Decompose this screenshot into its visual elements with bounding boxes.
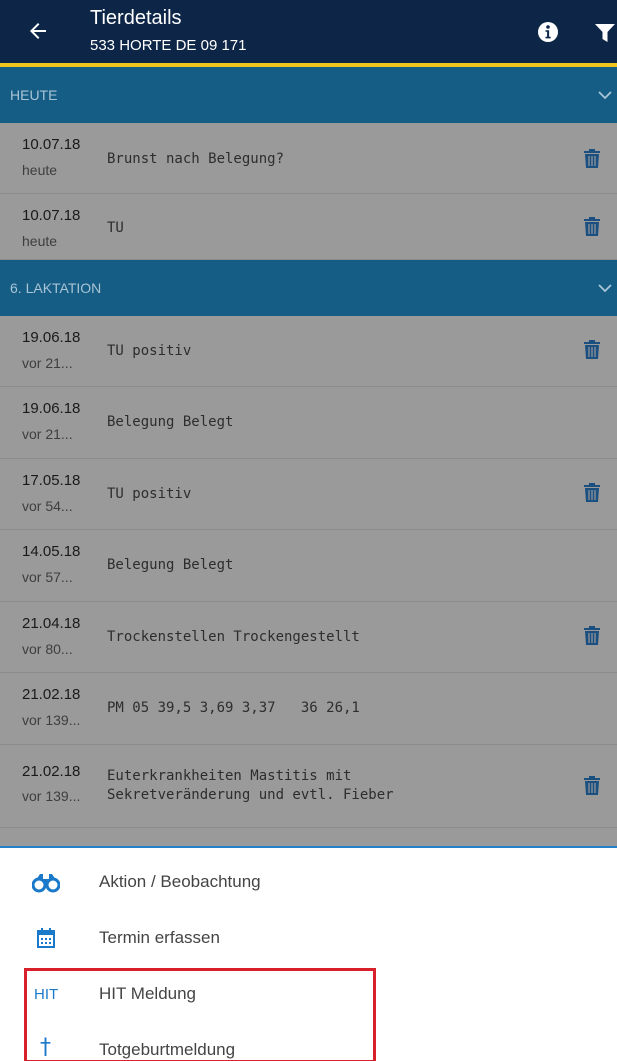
list-item[interactable]: 21.02.18 vor 139... Euterkrankheiten Mas… bbox=[0, 745, 617, 828]
list-item[interactable]: 14.05.18 vor 57... Belegung Belegt bbox=[0, 530, 617, 602]
filter-icon[interactable] bbox=[595, 24, 615, 42]
highlight-box bbox=[24, 968, 376, 1061]
bottom-sheet-divider bbox=[0, 846, 617, 848]
entry-date: 17.05.18 bbox=[22, 472, 81, 489]
entry-relative-time: vor 139... bbox=[22, 788, 81, 804]
trash-icon[interactable] bbox=[584, 776, 600, 795]
entry-relative-time: vor 54... bbox=[22, 498, 73, 514]
entry-relative-time: heute bbox=[22, 233, 58, 249]
entry-date: 14.05.18 bbox=[22, 543, 81, 560]
list-item[interactable]: 21.04.18 vor 80... Trockenstellen Trocke… bbox=[0, 602, 617, 673]
chevron-down-icon bbox=[598, 91, 612, 100]
back-arrow-icon[interactable] bbox=[26, 16, 50, 46]
entry-date: 19.06.18 bbox=[22, 400, 81, 417]
entry-date: 21.02.18 bbox=[22, 686, 81, 703]
menu-item-label: Termin erfassen bbox=[99, 928, 220, 947]
calendar-icon bbox=[37, 928, 55, 948]
list-item[interactable]: 17.05.18 vor 54... TU positiv bbox=[0, 459, 617, 530]
trash-icon[interactable] bbox=[584, 626, 600, 645]
list-item[interactable]: 19.06.18 vor 21... TU positiv bbox=[0, 316, 617, 387]
chevron-down-icon bbox=[598, 284, 612, 293]
entry-relative-time: heute bbox=[22, 162, 58, 178]
menu-item-label: Aktion / Beobachtung bbox=[99, 872, 261, 891]
binoculars-icon bbox=[32, 874, 60, 893]
section-label: 6. LAKTATION bbox=[10, 280, 102, 296]
entry-date: 10.07.18 bbox=[22, 136, 81, 153]
entry-date: 10.07.18 bbox=[22, 207, 81, 224]
history-list: HEUTE 10.07.18 heute Brunst nach Belegun… bbox=[0, 67, 617, 847]
entry-text: TU bbox=[107, 220, 124, 236]
entry-relative-time: vor 57... bbox=[22, 569, 73, 585]
entry-text: Trockenstellen Trockengestellt bbox=[107, 629, 360, 645]
section-header-heute[interactable]: HEUTE bbox=[0, 67, 617, 123]
trash-icon[interactable] bbox=[584, 483, 600, 502]
entry-date: 21.04.18 bbox=[22, 615, 81, 632]
entry-text: TU positiv bbox=[107, 486, 192, 502]
entry-date: 19.06.18 bbox=[22, 329, 81, 346]
entry-text: Belegung Belegt bbox=[107, 414, 234, 430]
animal-id: 533 HORTE DE 09 171 bbox=[90, 37, 247, 54]
entry-relative-time: vor 80... bbox=[22, 641, 73, 657]
page-title: Tierdetails bbox=[90, 7, 182, 29]
entry-text: PM 05 39,5 3,69 3,37 36 26,1 bbox=[107, 700, 360, 716]
list-item[interactable]: 19.06.18 vor 21... Belegung Belegt bbox=[0, 387, 617, 459]
list-item[interactable]: 10.07.18 heute TU bbox=[0, 194, 617, 260]
list-item[interactable]: 10.07.18 heute Brunst nach Belegung? bbox=[0, 123, 617, 194]
entry-text: Belegung Belegt bbox=[107, 557, 234, 573]
section-header-laktation[interactable]: 6. LAKTATION bbox=[0, 260, 617, 316]
menu-item-aktion-beobachtung[interactable]: Aktion / Beobachtung bbox=[0, 854, 617, 910]
trash-icon[interactable] bbox=[584, 340, 600, 359]
section-label: HEUTE bbox=[10, 87, 58, 103]
trash-icon[interactable] bbox=[584, 217, 600, 236]
trash-icon[interactable] bbox=[584, 149, 600, 168]
list-item[interactable]: 21.02.18 vor 139... PM 05 39,5 3,69 3,37… bbox=[0, 673, 617, 745]
entry-relative-time: vor 139... bbox=[22, 712, 81, 728]
entry-text: Brunst nach Belegung? bbox=[107, 151, 285, 167]
entry-text: TU positiv bbox=[107, 343, 192, 359]
entry-date: 21.02.18 bbox=[22, 763, 81, 780]
app-bar: Tierdetails 533 HORTE DE 09 171 bbox=[0, 0, 617, 63]
info-icon[interactable] bbox=[538, 22, 558, 42]
menu-item-termin-erfassen[interactable]: Termin erfassen bbox=[0, 910, 617, 966]
entry-text: Euterkrankheiten Mastitis mit Sekretverä… bbox=[107, 768, 394, 803]
entry-relative-time: vor 21... bbox=[22, 355, 73, 371]
entry-relative-time: vor 21... bbox=[22, 426, 73, 442]
